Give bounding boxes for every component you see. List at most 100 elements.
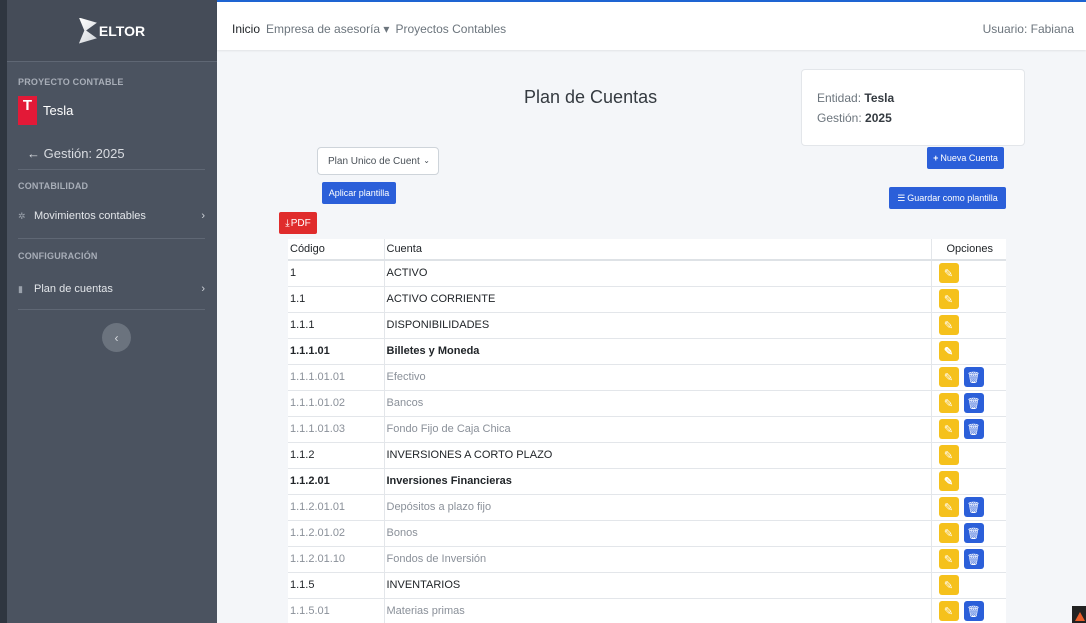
gestion-label: Gestión: [817, 111, 862, 125]
trash-icon: 🗑 [966, 501, 981, 514]
edit-button[interactable]: ✎ [938, 263, 959, 284]
cell-account: Bonos [383, 519, 931, 546]
table-row: 1.1.2.01.02 Bonos ✎ 🗑 [288, 519, 1007, 546]
gestion-line: Gestión: 2025 [817, 108, 1024, 128]
edit-button[interactable]: ✎ [938, 497, 959, 517]
pdf-button[interactable]: ⤓ PDF [279, 212, 317, 234]
edit-button[interactable]: ✎ [938, 419, 959, 439]
cell-options: ✎ [930, 571, 1006, 598]
table-row: 1.1.2.01.10 Fondos de Inversión ✎ 🗑 [288, 545, 1006, 572]
cell-account: ACTIVO CORRIENTE [383, 285, 931, 312]
pencil-icon: ✎ [943, 527, 954, 540]
cell-code: 1.1 [288, 285, 384, 312]
cell-options: ✎ 🗑 [930, 415, 1006, 442]
edit-button[interactable]: ✎ [938, 549, 959, 569]
table-row: 1.1.2.01 Inversiones Financieras ✎ [288, 467, 1006, 494]
save-template-label: Guardar como plantilla [907, 193, 998, 203]
chevron-left-icon: ‹ [114, 330, 119, 345]
file-icon: ▮ [18, 283, 23, 294]
nav-home-link[interactable]: Inicio [232, 22, 260, 36]
cell-options: ✎ 🗑 [930, 597, 1007, 623]
pencil-icon: ✎ [943, 605, 954, 618]
sidebar-divider [18, 238, 205, 239]
section-config-label: CONFIGURACIÓN [18, 251, 98, 261]
edit-button[interactable]: ✎ [938, 471, 959, 491]
table-header-row: Código Cuenta Opciones [288, 239, 1006, 261]
pencil-icon: ✎ [943, 449, 954, 462]
edit-button[interactable]: ✎ [938, 341, 959, 361]
logo-icon [78, 17, 97, 44]
apply-template-button[interactable]: Aplicar plantilla [322, 182, 396, 204]
list-icon: ☰ [897, 192, 906, 203]
cell-code: 1.1.1 [288, 311, 384, 338]
cell-account: Depósitos a plazo fijo [383, 493, 931, 520]
cell-options: ✎ 🗑 [930, 493, 1006, 520]
header-code: Código [288, 239, 384, 261]
edit-button[interactable]: ✎ [938, 445, 959, 465]
nav-projects-link[interactable]: Proyectos Contables [395, 22, 506, 36]
table-row: 1.1.1.01.02 Bancos ✎ 🗑 [288, 389, 1007, 416]
edit-button[interactable]: ✎ [938, 367, 959, 387]
pencil-icon: ✎ [943, 553, 954, 566]
cell-account: Bancos [383, 389, 931, 416]
edit-button[interactable]: ✎ [938, 575, 959, 595]
delete-button[interactable]: 🗑 [963, 393, 984, 413]
table-row: 1.1.1.01.03 Fondo Fijo de Caja Chica ✎ 🗑 [288, 415, 1006, 442]
cell-options: ✎ [930, 311, 1007, 338]
delete-button[interactable]: 🗑 [963, 523, 984, 543]
sidebar-collapse-button[interactable]: ‹ [102, 323, 131, 352]
cell-code: 1.1.5 [288, 571, 384, 598]
arrow-left-icon: ← [27, 146, 44, 161]
cell-options: ✎ [930, 337, 1007, 364]
template-select[interactable]: Plan Unico de Cuent ⌄ [317, 147, 439, 175]
cell-account: Materias primas [383, 597, 931, 623]
row-actions: ✎ [938, 341, 1007, 361]
table-row: 1.1.2.01.01 Depósitos a plazo fijo ✎ 🗑 [288, 493, 1006, 520]
edit-button[interactable]: ✎ [938, 315, 959, 335]
gestion-label: Gestión: 2025 [43, 146, 125, 161]
pencil-icon: ✎ [943, 579, 954, 592]
row-actions: ✎ 🗑 [938, 523, 1007, 543]
entity-value: Tesla [864, 91, 895, 105]
plus-icon: + [933, 153, 939, 163]
row-actions: ✎ [938, 315, 1007, 335]
section-project-label: PROYECTO CONTABLE [18, 77, 124, 87]
trash-icon: 🗑 [966, 397, 981, 410]
user-label[interactable]: Usuario: Fabiana [983, 22, 1074, 36]
pdf-label: PDF [290, 217, 311, 229]
cell-options: ✎ [930, 467, 1006, 494]
delete-button[interactable]: 🗑 [963, 497, 984, 517]
sidebar-item-chart-of-accounts[interactable]: ▮ Plan de cuentas › [18, 283, 205, 295]
chevron-right-icon: › [201, 283, 205, 295]
new-account-button[interactable]: + Nueva Cuenta [927, 147, 1004, 169]
pencil-icon: ✎ [943, 293, 954, 306]
section-accounting-label: CONTABILIDAD [18, 181, 89, 191]
edit-button[interactable]: ✎ [938, 289, 959, 309]
cell-code: 1.1.5.01 [288, 597, 384, 623]
delete-button[interactable]: 🗑 [963, 549, 984, 569]
project-item[interactable]: T Tesla [18, 96, 73, 125]
edit-button[interactable]: ✎ [938, 393, 959, 413]
save-template-button[interactable]: ☰ Guardar como plantilla [889, 187, 1006, 209]
pencil-icon: ✎ [943, 397, 954, 410]
delete-button[interactable]: 🗑 [963, 419, 984, 439]
edit-button[interactable]: ✎ [938, 523, 959, 543]
app-tray-icon[interactable] [1072, 606, 1086, 623]
sidebar-item-movements[interactable]: ✲ Movimientos contables › [18, 210, 205, 222]
delete-button[interactable]: 🗑 [963, 601, 984, 622]
row-actions: ✎ 🗑 [938, 393, 1007, 413]
cell-code: 1.1.1.01.01 [288, 363, 384, 390]
cell-code: 1.1.2.01.02 [288, 519, 384, 546]
pencil-icon: ✎ [943, 267, 954, 280]
row-actions: ✎ 🗑 [938, 601, 1007, 622]
project-name: Tesla [43, 103, 74, 118]
sidebar-item-label: Plan de cuentas [34, 283, 113, 295]
pencil-icon: ✎ [943, 475, 954, 488]
nav-company-dropdown[interactable]: Empresa de asesoría ▾ [266, 22, 389, 36]
edit-button[interactable]: ✎ [938, 601, 959, 622]
brand-area[interactable]: ELTOR [7, 0, 217, 62]
delete-button[interactable]: 🗑 [963, 367, 984, 387]
gestion-link[interactable]: ← Gestión: 2025 [27, 146, 125, 161]
cell-code: 1.1.2.01.10 [288, 545, 384, 572]
row-actions: ✎ [938, 289, 1007, 309]
